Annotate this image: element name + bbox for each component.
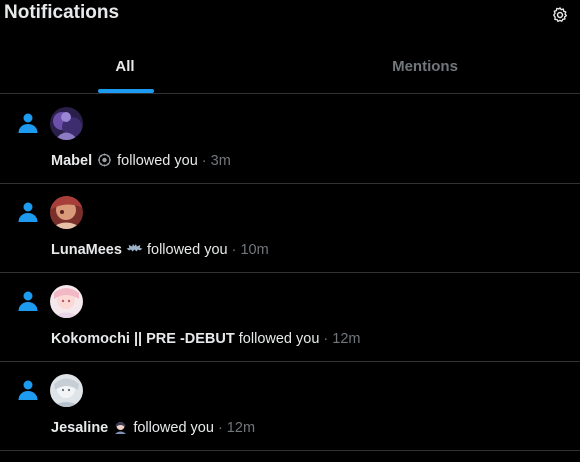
notification-text: LunaMees followed you · 10m — [51, 242, 269, 258]
notification-item[interactable]: Kokomochi || PRE -DEBUT followed you · 1… — [0, 273, 580, 362]
character-emoji-icon — [115, 422, 127, 434]
username-link[interactable]: Kokomochi || PRE -DEBUT — [51, 331, 235, 347]
notification-item[interactable]: LunaMees followed you · 10m — [0, 184, 580, 273]
bat-icon — [126, 244, 143, 252]
timestamp: · 12m — [217, 420, 256, 436]
timestamp: · 12m — [323, 331, 361, 347]
timestamp: · 10m — [231, 242, 269, 258]
timestamp: · 3m — [201, 153, 231, 169]
person-icon — [18, 291, 38, 311]
person-icon — [18, 202, 38, 222]
gear-icon — [553, 7, 568, 23]
username-link[interactable]: Mabel — [51, 153, 92, 169]
notification-text: Jesaline followed you · 12m — [51, 420, 255, 436]
notification-text: Mabel followed you · 3m — [51, 153, 231, 169]
page-title: Notifications — [4, 2, 120, 23]
notification-item[interactable]: Mabel followed you · 3m — [0, 95, 580, 184]
notification-tabs: All Mentions — [0, 40, 580, 94]
tab-all[interactable]: All — [0, 40, 250, 93]
person-icon — [18, 380, 38, 400]
notification-item[interactable]: Jesaline followed you · 12m — [0, 362, 580, 451]
active-tab-indicator — [98, 89, 154, 93]
notifications-header: Notifications — [0, 0, 580, 33]
username-link[interactable]: Jesaline — [51, 420, 108, 436]
tab-all-label: All — [115, 58, 135, 75]
badge-icon — [98, 153, 112, 167]
avatar[interactable] — [50, 196, 83, 229]
person-icon — [18, 113, 38, 133]
notification-action: followed you — [238, 331, 320, 347]
avatar[interactable] — [50, 285, 83, 318]
avatar[interactable] — [50, 374, 83, 407]
settings-button[interactable] — [549, 4, 571, 26]
username-link[interactable]: LunaMees — [51, 242, 122, 258]
tab-mentions[interactable]: Mentions — [300, 40, 550, 93]
tab-mentions-label: Mentions — [392, 58, 458, 75]
notification-action: followed you — [117, 153, 198, 169]
avatar[interactable] — [50, 107, 83, 140]
notification-text: Kokomochi || PRE -DEBUT followed you · 1… — [51, 331, 361, 347]
notification-action: followed you — [146, 242, 228, 258]
notification-action: followed you — [133, 420, 214, 436]
